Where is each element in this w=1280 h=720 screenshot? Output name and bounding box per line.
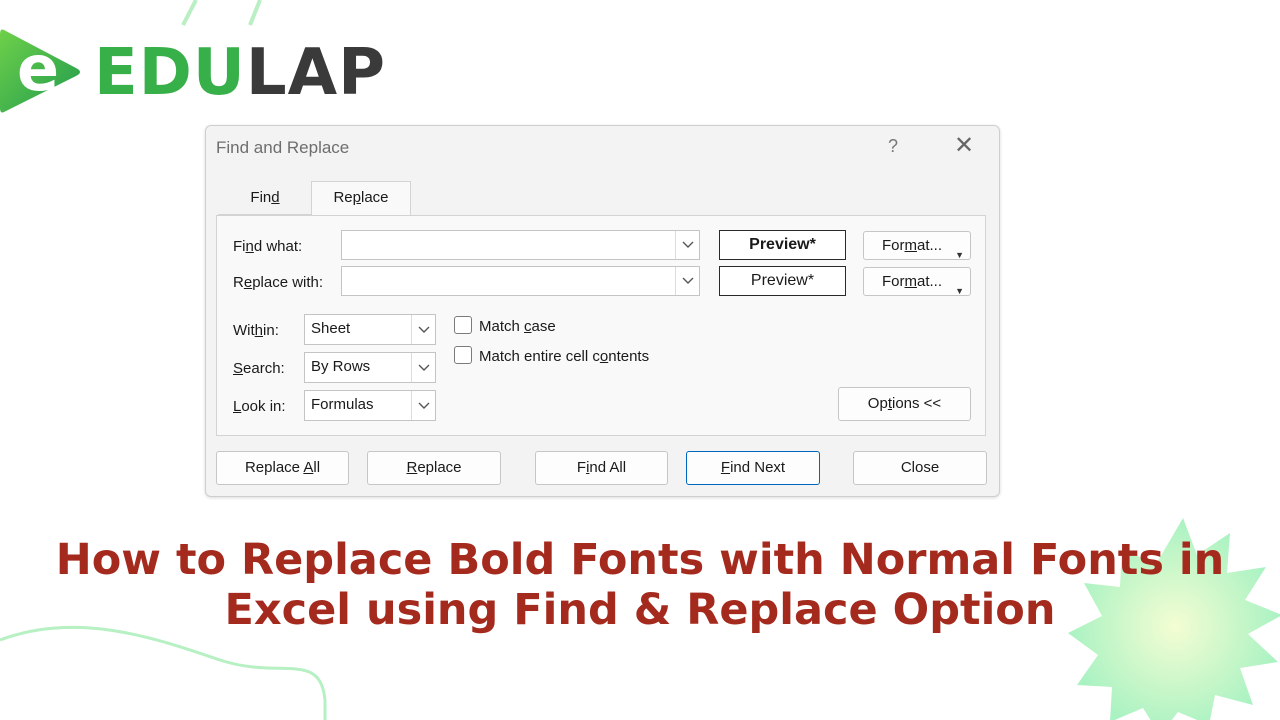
- replace-format-button[interactable]: Format... ▼: [863, 267, 971, 296]
- logo-letter: e: [16, 32, 60, 105]
- headline-line-2: Excel using Find & Replace Option: [224, 585, 1056, 635]
- logo-text-dark: LAP: [245, 36, 387, 110]
- match-case-label[interactable]: Match case: [479, 318, 556, 335]
- match-case-checkbox[interactable]: [454, 316, 472, 334]
- find-all-button[interactable]: Find All: [535, 451, 668, 485]
- logo-text-green: EDU: [94, 36, 246, 110]
- replace-all-button[interactable]: Replace All: [216, 451, 349, 485]
- replace-with-input[interactable]: [341, 266, 700, 296]
- decor-curve: [0, 625, 327, 720]
- search-label: Search:: [233, 360, 285, 377]
- tab-replace[interactable]: Replace: [311, 181, 411, 216]
- chevron-down-icon[interactable]: [675, 267, 699, 295]
- replace-format-preview: Preview*: [719, 266, 846, 296]
- dialog-title: Find and Replace: [216, 138, 350, 157]
- find-next-button[interactable]: Find Next: [686, 451, 820, 485]
- find-replace-dialog: Find and Replace ? ✕ Find Replace Find w…: [205, 125, 1000, 497]
- within-select[interactable]: Sheet: [304, 314, 436, 345]
- headline-line-1: How to Replace Bold Fonts with Normal Fo…: [55, 535, 1225, 585]
- help-button[interactable]: ?: [888, 136, 898, 157]
- close-icon[interactable]: ✕: [954, 134, 974, 158]
- tab-find[interactable]: Find: [218, 185, 312, 215]
- search-select[interactable]: By Rows: [304, 352, 436, 383]
- replace-panel: Find what: Preview* Format... ▼ Replace w…: [216, 215, 986, 436]
- close-button[interactable]: Close: [853, 451, 987, 485]
- decor-line-2: [248, 0, 262, 26]
- find-what-label: Find what:: [233, 238, 303, 255]
- chevron-down-icon[interactable]: [411, 315, 435, 344]
- find-format-button[interactable]: Format... ▼: [863, 231, 971, 260]
- edulap-logo: e EDULAP: [0, 28, 385, 118]
- within-label: Within:: [233, 322, 279, 339]
- chevron-down-icon[interactable]: [411, 353, 435, 382]
- find-what-input[interactable]: [341, 230, 700, 260]
- chevron-down-icon[interactable]: [675, 231, 699, 259]
- headline: How to Replace Bold Fonts with Normal Fo…: [0, 535, 1280, 635]
- options-button[interactable]: Options <<: [838, 387, 971, 421]
- look-in-label: Look in:: [233, 398, 286, 415]
- find-format-preview: Preview*: [719, 230, 846, 260]
- replace-with-label: Replace with:: [233, 274, 324, 291]
- logo-wordmark: EDULAP: [94, 36, 386, 110]
- decor-line-1: [181, 0, 198, 26]
- replace-button[interactable]: Replace: [367, 451, 501, 485]
- look-in-select[interactable]: Formulas: [304, 390, 436, 421]
- match-entire-label[interactable]: Match entire cell contents: [479, 348, 649, 365]
- match-entire-checkbox[interactable]: [454, 346, 472, 364]
- caret-down-icon: ▼: [955, 286, 964, 296]
- caret-down-icon: ▼: [955, 250, 964, 260]
- chevron-down-icon[interactable]: [411, 391, 435, 420]
